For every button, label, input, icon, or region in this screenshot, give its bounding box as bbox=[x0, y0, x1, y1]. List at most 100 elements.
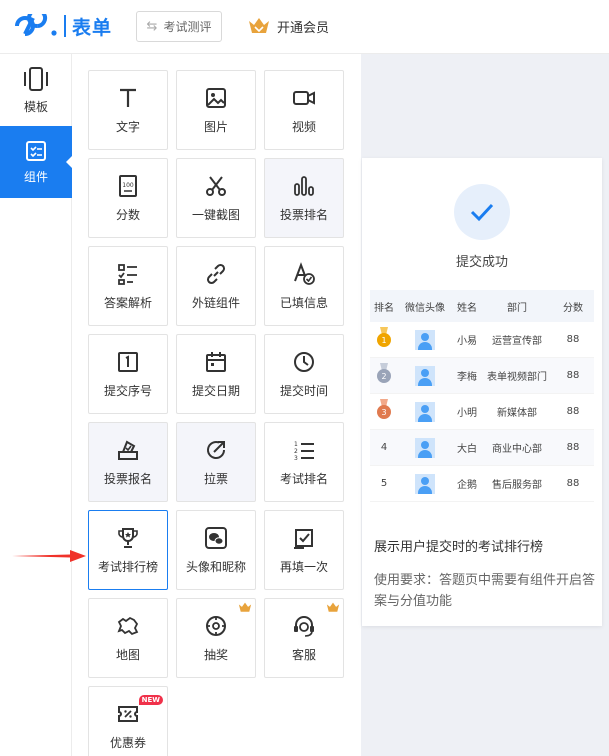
component-label: 文字 bbox=[115, 119, 140, 134]
component-label: 再填一次 bbox=[279, 559, 328, 574]
component-external-link[interactable]: 外链组件 bbox=[176, 246, 256, 326]
cell-name: 小明 bbox=[457, 408, 477, 419]
component-filled-info[interactable]: 已填信息 bbox=[264, 246, 344, 326]
component-label: 图片 bbox=[203, 119, 228, 134]
component-customer-service[interactable]: 客服 bbox=[264, 598, 344, 678]
bar-chart-icon bbox=[294, 175, 314, 196]
pointer-arrow bbox=[12, 550, 86, 562]
cell-rank: 5 bbox=[380, 478, 388, 489]
component-label: 考试排行榜 bbox=[97, 559, 158, 574]
component-refill[interactable]: 再填一次 bbox=[264, 510, 344, 590]
nav-item-components[interactable]: 组件 bbox=[0, 126, 73, 198]
avatar bbox=[415, 401, 435, 422]
left-nav: 模板 组件 bbox=[0, 54, 73, 756]
header-avatar: 微信头像 bbox=[405, 302, 445, 314]
silver-medal-icon: 2 bbox=[370, 363, 398, 388]
cell-dept: 表单视频部门 bbox=[487, 372, 547, 383]
preview-card: 提交成功 排名 微信头像 姓名 部门 分数 1 小易 运营宣传部 88 2 李梅… bbox=[362, 158, 602, 626]
component-label: 一键截图 bbox=[191, 207, 240, 222]
cell-dept: 售后服务部 bbox=[492, 480, 542, 491]
ordered-list-icon: 123 bbox=[294, 441, 314, 462]
cell-name: 企鹅 bbox=[457, 480, 477, 491]
cell-score: 88 bbox=[566, 370, 580, 381]
table-row: 5 企鹅 售后服务部 88 bbox=[370, 466, 594, 502]
component-label: 已填信息 bbox=[279, 295, 328, 310]
component-label: 地图 bbox=[115, 647, 140, 662]
svg-text:2: 2 bbox=[294, 448, 298, 455]
avatar bbox=[415, 437, 435, 458]
component-coupon[interactable]: NEW 优惠券 bbox=[88, 686, 168, 756]
cell-score: 88 bbox=[566, 478, 580, 489]
exam-evaluation-button[interactable]: ⇆ 考试测评 bbox=[136, 11, 222, 42]
refill-icon bbox=[294, 528, 313, 549]
bronze-medal-icon: 3 bbox=[370, 399, 398, 424]
component-exam-leaderboard[interactable]: 考试排行榜 bbox=[88, 510, 168, 590]
cell-name: 大白 bbox=[457, 444, 477, 455]
share-arrow-icon bbox=[207, 440, 225, 459]
component-map[interactable]: 地图 bbox=[88, 598, 168, 678]
vip-crown-icon bbox=[326, 602, 340, 612]
number-one-icon bbox=[118, 351, 138, 372]
svg-text:2: 2 bbox=[381, 372, 386, 381]
cell-name: 李梅 bbox=[457, 372, 477, 383]
components-panel: 文字 图片 视频 100 分数 一键截图 投票排名 答案解析 外链组件 已填信息… bbox=[72, 54, 360, 756]
avatar bbox=[415, 329, 435, 350]
component-vote-ranking[interactable]: 投票排名 bbox=[264, 158, 344, 238]
vip-crown-icon bbox=[249, 18, 269, 33]
component-text[interactable]: 文字 bbox=[88, 70, 168, 150]
text-icon bbox=[120, 88, 136, 107]
vip-crown-icon bbox=[238, 602, 252, 612]
component-image[interactable]: 图片 bbox=[176, 70, 256, 150]
scissors-icon bbox=[206, 175, 226, 196]
component-answer-analysis[interactable]: 答案解析 bbox=[88, 246, 168, 326]
component-video[interactable]: 视频 bbox=[264, 70, 344, 150]
component-submit-time[interactable]: 提交时间 bbox=[264, 334, 344, 414]
component-avatar-nickname[interactable]: 头像和昵称 bbox=[176, 510, 256, 590]
new-badge: NEW bbox=[138, 695, 163, 705]
usage-requirement: 使用要求：答题页中需要有组件开启答案与分值功能 bbox=[374, 573, 596, 609]
exam-evaluation-label: 考试测评 bbox=[163, 20, 212, 34]
component-exam-ranking[interactable]: 123 考试排名 bbox=[264, 422, 344, 502]
wechat-avatar-icon bbox=[205, 526, 227, 549]
component-label: 外链组件 bbox=[191, 295, 240, 310]
component-label: 拉票 bbox=[203, 471, 228, 486]
cell-dept: 商业中心部 bbox=[492, 444, 542, 455]
template-icon bbox=[24, 66, 48, 91]
open-membership-button[interactable]: 开通会员 bbox=[248, 14, 329, 38]
component-label: 投票排名 bbox=[279, 207, 328, 222]
svg-text:100: 100 bbox=[122, 182, 134, 189]
clock-icon bbox=[294, 351, 314, 372]
video-icon bbox=[293, 90, 315, 105]
svg-text:3: 3 bbox=[294, 455, 298, 462]
avatar bbox=[415, 365, 435, 386]
open-membership-label: 开通会员 bbox=[277, 20, 330, 36]
avatar bbox=[415, 473, 435, 494]
header-name: 姓名 bbox=[457, 302, 477, 314]
logo[interactable]: 表单 bbox=[14, 12, 112, 40]
cell-score: 88 bbox=[566, 334, 580, 345]
success-text: 提交成功 bbox=[455, 255, 508, 270]
component-submit-date[interactable]: 提交日期 bbox=[176, 334, 256, 414]
leaderboard-table: 排名 微信头像 姓名 部门 分数 1 小易 运营宣传部 88 2 李梅 表单视频… bbox=[370, 290, 594, 502]
ballot-box-icon bbox=[118, 440, 138, 460]
component-vote-signup[interactable]: 投票报名 bbox=[88, 422, 168, 502]
cell-score: 88 bbox=[566, 442, 580, 453]
component-screenshot[interactable]: 一键截图 bbox=[176, 158, 256, 238]
component-submit-number[interactable]: 提交序号 bbox=[88, 334, 168, 414]
nav-item-template-label: 模板 bbox=[23, 99, 48, 114]
component-label: 客服 bbox=[291, 647, 316, 662]
logo-separator bbox=[64, 15, 66, 37]
component-score[interactable]: 100 分数 bbox=[88, 158, 168, 238]
component-label: 抽奖 bbox=[203, 647, 228, 662]
component-label: 视频 bbox=[291, 119, 316, 134]
component-canvass-vote[interactable]: 拉票 bbox=[176, 422, 256, 502]
component-label: 头像和昵称 bbox=[185, 559, 246, 574]
component-lottery[interactable]: 抽奖 bbox=[176, 598, 256, 678]
nav-item-template[interactable]: 模板 bbox=[0, 54, 72, 126]
table-row: 4 大白 商业中心部 88 bbox=[370, 430, 594, 466]
cell-name: 小易 bbox=[457, 336, 477, 347]
component-label: 答案解析 bbox=[103, 295, 152, 310]
header-dept: 部门 bbox=[507, 302, 527, 314]
cell-score: 88 bbox=[566, 406, 580, 417]
coupon-icon bbox=[118, 705, 138, 722]
